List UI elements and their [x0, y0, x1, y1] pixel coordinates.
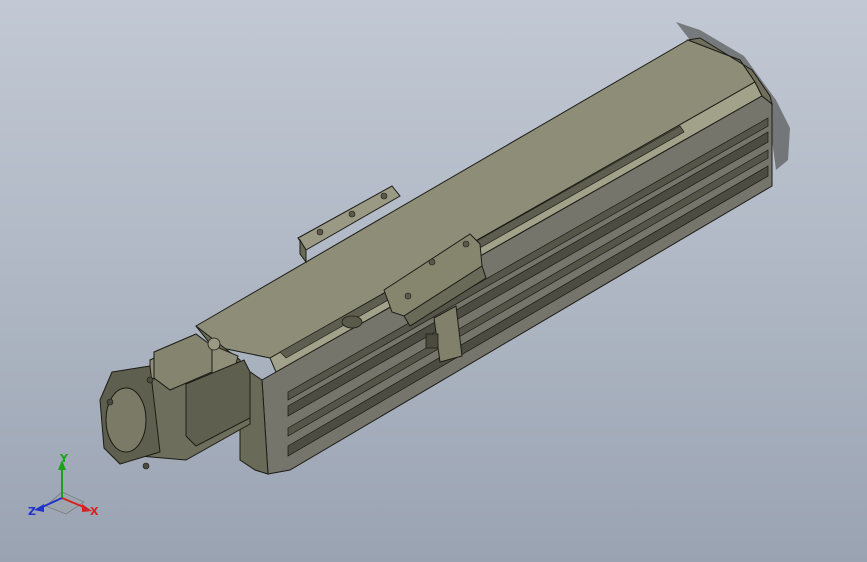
triad-x-label: X — [90, 505, 99, 518]
motor-bolt-1 — [106, 398, 114, 406]
triad-z-label: Z — [28, 505, 36, 518]
bolt-1 — [348, 210, 356, 218]
cable-gland-1 — [207, 337, 221, 351]
motor-bolt-3 — [146, 376, 154, 384]
view-triad: Y X Z — [28, 452, 99, 518]
sensor-window — [425, 333, 439, 349]
motor-bolt-2 — [142, 462, 150, 470]
actuator-body[interactable] — [195, 37, 773, 475]
carriage-cutout — [341, 315, 363, 329]
bolt-6 — [404, 292, 412, 300]
bolt-3 — [316, 228, 324, 236]
model-canvas[interactable]: Y X Z — [0, 0, 867, 562]
bolt-2 — [380, 192, 388, 200]
servo-motor[interactable] — [99, 333, 251, 470]
triad-y-label: Y — [59, 452, 69, 465]
graphics-viewport[interactable]: Y X Z — [0, 0, 867, 562]
bolt-5 — [428, 258, 436, 266]
bolt-4 — [462, 240, 470, 248]
motor-face — [105, 387, 147, 453]
